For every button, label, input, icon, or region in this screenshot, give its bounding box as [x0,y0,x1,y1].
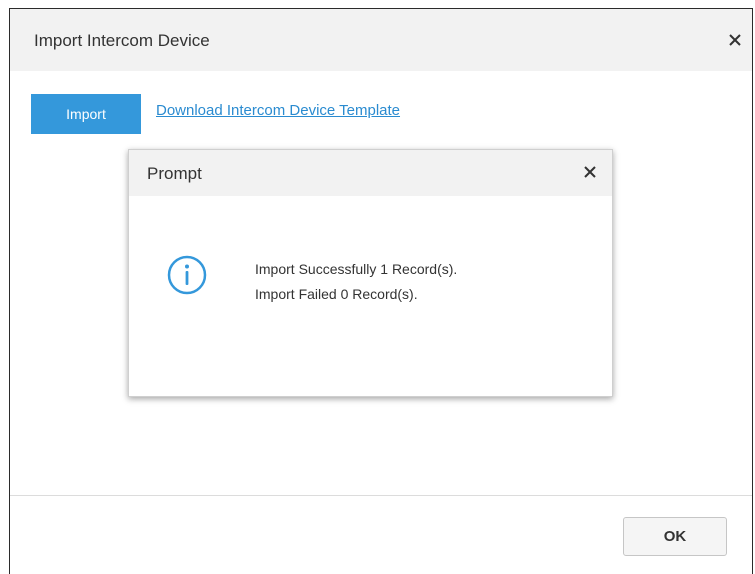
download-template-link[interactable]: Download Intercom Device Template [156,102,400,119]
prompt-modal: Prompt Import Successfully 1 Record(s). … [128,149,613,397]
ok-button[interactable]: OK [623,517,727,556]
footer-divider [10,495,752,496]
close-icon[interactable] [724,29,746,51]
dialog-title: Import Intercom Device [34,31,210,50]
import-failed-message: Import Failed 0 Record(s). [255,286,418,302]
dialog-header: Import Intercom Device [10,9,752,71]
import-button[interactable]: Import [31,94,141,134]
prompt-header: Prompt [129,150,612,196]
info-icon [165,253,209,297]
close-icon[interactable] [580,162,600,182]
prompt-title: Prompt [147,164,202,183]
import-success-message: Import Successfully 1 Record(s). [255,261,458,277]
